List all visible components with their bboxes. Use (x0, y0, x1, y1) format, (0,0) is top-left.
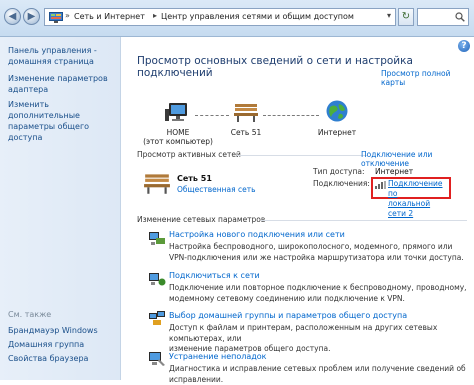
link-line[interactable]: домашняя страница (8, 56, 97, 67)
connections-label: Подключения: (313, 179, 370, 188)
link-line[interactable]: локальной сети 2 (388, 199, 449, 219)
network-name: Сеть 51 (177, 174, 212, 183)
map-connection-line (195, 115, 229, 116)
park-bench-icon[interactable] (233, 101, 259, 123)
browser-properties-link[interactable]: Свойства браузера (8, 353, 88, 364)
desc-line: модемному сетевому соединению или подклю… (169, 294, 469, 305)
left-pane: Панель управления - домашняя страница Из… (0, 37, 121, 380)
globe-icon[interactable] (325, 99, 349, 123)
connection-highlight: Подключение по локальной сети 2 (371, 177, 451, 199)
homegroup-link[interactable]: Домашняя группа (8, 339, 84, 350)
task-connect-network-desc: Подключение или повторное подключение к … (169, 283, 469, 304)
desc-line: VPN-подключения или же настройка маршрут… (169, 253, 469, 264)
network-type-link[interactable]: Общественная сеть (177, 185, 256, 194)
link-line[interactable]: параметры общего доступа (8, 121, 120, 143)
see-also-heading: См. также (8, 310, 51, 319)
forward-button[interactable]: ▶ (23, 8, 40, 25)
map-node-network: Сеть 51 (221, 128, 271, 137)
breadcrumb-separator[interactable]: » (65, 11, 70, 20)
chevron-down-icon[interactable]: ▾ (387, 11, 391, 20)
local-connection-link[interactable]: Подключение по локальной сети 2 (388, 179, 449, 219)
homegroup-icon (148, 308, 166, 326)
control-panel-icon (49, 12, 63, 23)
task-connect-network[interactable]: Подключиться к сети (169, 271, 260, 280)
park-bench-icon (143, 171, 171, 195)
change-settings-label: Изменение сетевых параметров (137, 215, 265, 224)
main-content: ? Просмотр основных сведений о сети и на… (121, 37, 474, 380)
node-label: HOME (143, 128, 213, 137)
help-button[interactable]: ? (458, 40, 470, 52)
control-panel-home-link[interactable]: Панель управления - домашняя страница (8, 45, 97, 67)
full-map-link[interactable]: Просмотр полной карты (381, 69, 474, 87)
node-sublabel: (этот компьютер) (143, 137, 213, 146)
task-troubleshoot-desc: Диагностика и исправление сетевых пробле… (169, 364, 469, 385)
refresh-button[interactable]: ↻ (398, 8, 414, 26)
breadcrumb-network-center[interactable]: Центр управления сетями и общим доступом (161, 12, 354, 21)
search-input[interactable] (417, 8, 469, 26)
task-homegroup-desc: Доступ к файлам и принтерам, расположенн… (169, 323, 469, 355)
firewall-link[interactable]: Брандмауэр Windows (8, 325, 98, 336)
map-node-internet: Интернет (312, 128, 362, 137)
advanced-sharing-link[interactable]: Изменить дополнительные параметры общего… (8, 99, 120, 143)
address-box[interactable]: » Сеть и Интернет ▸ Центр управления сет… (44, 8, 396, 26)
signal-bars-icon (375, 181, 386, 189)
link-line[interactable]: Панель управления - (8, 45, 97, 56)
breadcrumb-network-internet[interactable]: Сеть и Интернет (74, 12, 145, 21)
link-line[interactable]: адаптера (8, 84, 108, 95)
new-connection-icon (148, 229, 166, 247)
connect-disconnect-link[interactable]: Подключение или отключение (361, 150, 474, 168)
task-homegroup[interactable]: Выбор домашней группы и параметров общег… (169, 311, 407, 320)
access-type-value: Интернет (375, 167, 413, 176)
task-troubleshoot[interactable]: Устранение неполадок (169, 352, 267, 361)
map-node-home: HOME (этот компьютер) (143, 128, 213, 146)
back-button[interactable]: ◀ (4, 8, 21, 25)
desc-line: Диагностика и исправление сетевых пробле… (169, 364, 469, 375)
desc-line: Доступ к файлам и принтерам, расположенн… (169, 323, 469, 344)
connect-network-icon (148, 269, 166, 287)
active-networks-label: Просмотр активных сетей (137, 150, 241, 159)
link-line[interactable]: Изменение параметров (8, 73, 108, 84)
link-line[interactable]: Изменить дополнительные (8, 99, 120, 121)
breadcrumb-separator[interactable]: ▸ (153, 11, 157, 20)
computer-icon[interactable] (165, 101, 191, 125)
desc-line: Подключение или повторное подключение к … (169, 283, 469, 294)
search-icon (455, 12, 465, 22)
link-line[interactable]: Подключение по (388, 179, 449, 199)
access-type-label: Тип доступа: (313, 167, 364, 176)
task-new-connection-desc: Настройка беспроводного, широкополосного… (169, 242, 469, 263)
desc-line: Настройка беспроводного, широкополосного… (169, 242, 469, 253)
task-new-connection[interactable]: Настройка нового подключения или сети (169, 230, 345, 239)
address-bar: ◀ ▶ » Сеть и Интернет ▸ Центр управления… (0, 0, 474, 37)
map-connection-line (263, 115, 319, 116)
troubleshoot-icon (148, 349, 166, 367)
divider (261, 220, 467, 221)
divider (237, 155, 367, 156)
change-adapter-settings-link[interactable]: Изменение параметров адаптера (8, 73, 108, 95)
